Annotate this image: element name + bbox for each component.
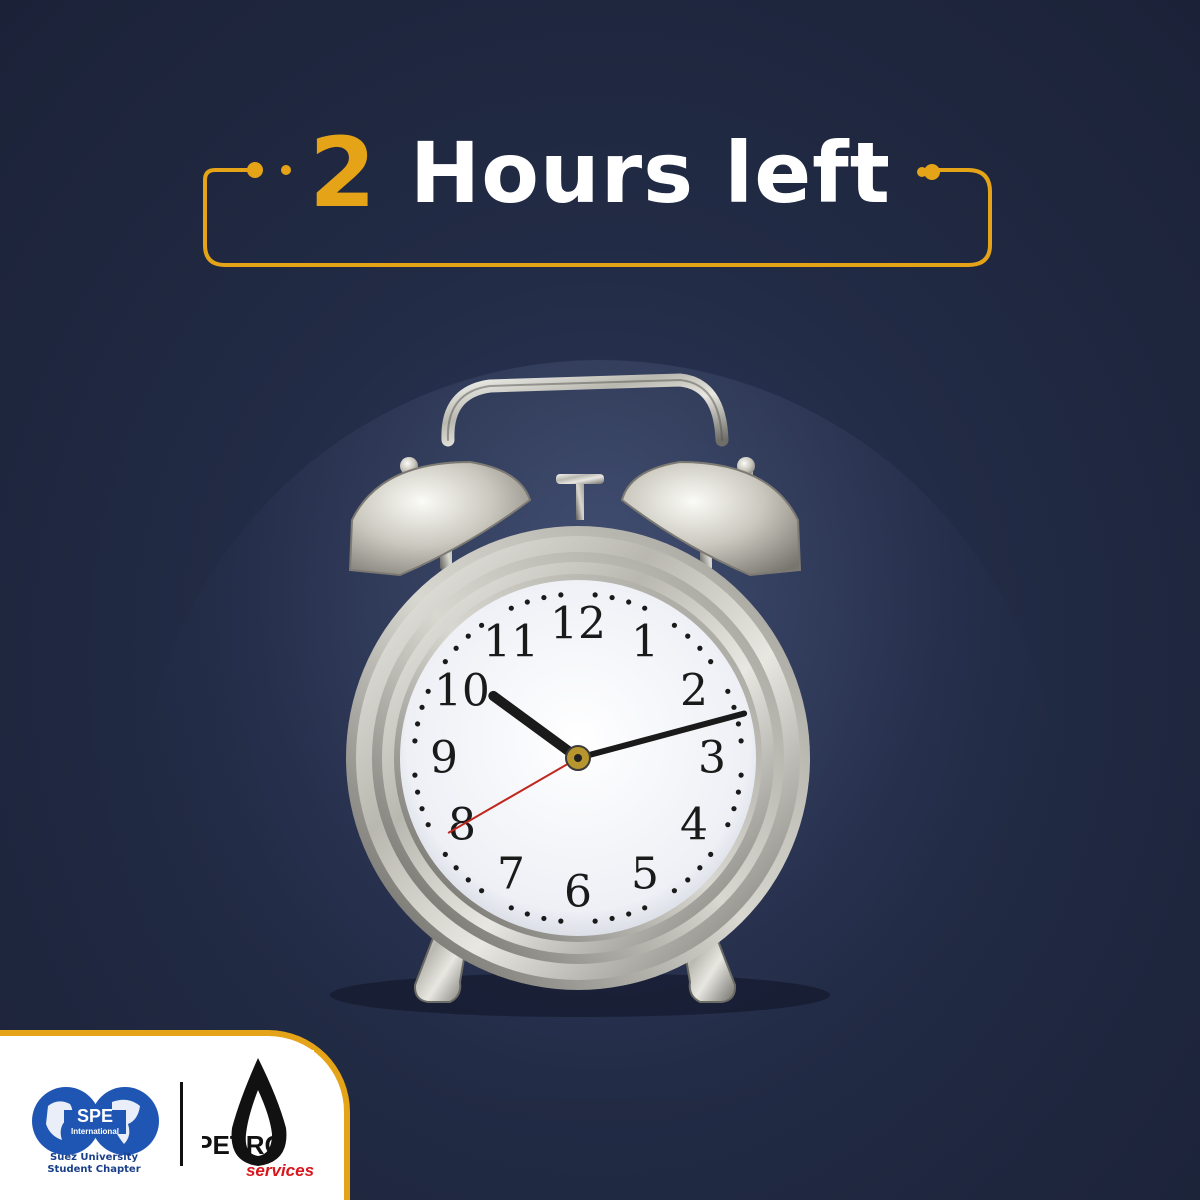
clock-tick xyxy=(425,688,431,694)
clock-tick xyxy=(541,594,547,601)
clock-numeral: 10 xyxy=(434,666,490,717)
clock-tick xyxy=(708,659,714,665)
clock-tick xyxy=(412,738,418,744)
spe-logo-subtext: International xyxy=(71,1127,119,1136)
petro-logo-subtext: services xyxy=(246,1161,314,1180)
clock-tick xyxy=(685,633,691,639)
clock-numeral: 11 xyxy=(483,616,539,667)
clock-tick xyxy=(609,594,615,601)
clock-tick xyxy=(731,806,737,812)
clock-tick xyxy=(419,806,425,812)
clock-tick xyxy=(592,918,598,924)
clock-tick xyxy=(708,851,714,857)
clock-tick xyxy=(626,599,632,605)
clock-tick xyxy=(642,605,648,611)
clock-tick xyxy=(414,789,421,795)
clock-numeral: 1 xyxy=(631,616,659,667)
clock-tick xyxy=(735,721,742,727)
clock-tick xyxy=(465,633,471,639)
clock-tick xyxy=(671,888,677,894)
clock-numeral: 12 xyxy=(550,599,606,650)
logo-divider xyxy=(180,1082,183,1166)
clock-tick xyxy=(725,688,731,694)
clock-tick xyxy=(671,622,677,628)
clock-tick xyxy=(738,772,744,778)
spe-caption-line1: Suez University xyxy=(50,1152,138,1163)
clock-tick xyxy=(508,605,514,611)
petro-services-logo: PETRO services xyxy=(202,1050,314,1198)
clock-tick xyxy=(465,877,471,883)
clock-tick xyxy=(731,704,737,710)
clock-tick xyxy=(412,772,418,778)
hours-number: 2 xyxy=(309,117,376,229)
clock-tick xyxy=(685,877,691,883)
page-title: 2 Hours left xyxy=(300,108,900,238)
clock-numeral: 7 xyxy=(497,849,525,900)
clock-tick xyxy=(524,599,530,605)
clock-tick xyxy=(414,721,421,727)
clock-numeral: 4 xyxy=(680,800,708,851)
clock-tick xyxy=(419,704,425,710)
clock-numeral: 5 xyxy=(631,849,659,900)
logo-panel: SPE International Suez University Studen… xyxy=(0,1030,350,1200)
clock-tick xyxy=(626,911,632,917)
clock-tick xyxy=(697,645,703,651)
clock-tick xyxy=(453,865,459,871)
clock-tick xyxy=(541,915,547,922)
clock-numeral: 6 xyxy=(564,867,592,918)
clock-tick xyxy=(442,659,448,665)
clock-tick xyxy=(442,851,448,857)
clock-tick xyxy=(738,738,744,744)
clock-tick xyxy=(642,905,648,911)
title-text: Hours left xyxy=(409,124,891,222)
clock-tick xyxy=(453,645,459,651)
clock-tick xyxy=(524,911,530,917)
clock-tick xyxy=(609,915,615,922)
alarm-clock-icon: 121234567891011 xyxy=(330,373,830,1017)
clock-numeral: 9 xyxy=(430,733,458,784)
spe-logo: SPE International xyxy=(32,1087,159,1155)
clock-tick xyxy=(725,822,731,828)
clock-tick xyxy=(425,822,431,828)
clock-tick xyxy=(592,592,598,598)
clock-tick xyxy=(508,905,514,911)
spe-chapter-caption: Suez University Student Chapter xyxy=(28,1152,160,1176)
clock-tick xyxy=(735,789,742,795)
clock-numeral: 3 xyxy=(698,733,726,784)
clock-tick xyxy=(558,592,564,598)
petro-logo-text: PETRO xyxy=(202,1130,285,1160)
spe-caption-line2: Student Chapter xyxy=(47,1164,141,1175)
clock-tick xyxy=(479,888,485,894)
spe-logo-text: SPE xyxy=(77,1106,113,1126)
clock-tick xyxy=(558,918,564,924)
clock-numeral: 2 xyxy=(680,666,708,717)
clock-tick xyxy=(697,865,703,871)
